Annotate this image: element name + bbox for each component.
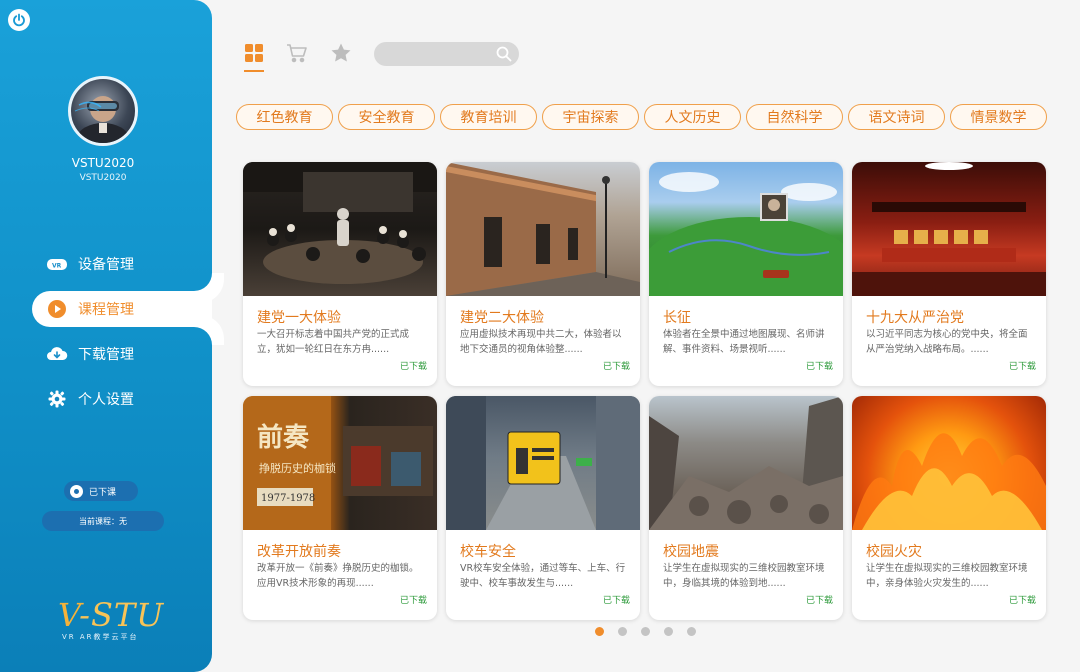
course-thumbnail — [446, 396, 640, 530]
course-title: 长征 — [663, 310, 691, 326]
course-card[interactable]: 前奏 挣脱历史的枷锁 1977-1978 改革开放前奏 改革开放一《前奏》挣脱历… — [243, 396, 437, 620]
category-tab[interactable]: 人文历史 — [644, 104, 741, 130]
page-dot[interactable] — [641, 627, 650, 636]
cart-icon[interactable] — [286, 42, 308, 64]
avatar[interactable] — [68, 76, 138, 146]
search-icon[interactable] — [496, 46, 512, 62]
course-description: 一大召开标志着中国共产党的正式成立，犹如一轮红日在东方冉...... — [257, 329, 410, 355]
course-grid: 建党一大体验 一大召开标志着中国共产党的正式成立，犹如一轮红日在东方冉.....… — [243, 162, 1047, 620]
course-thumbnail — [649, 396, 843, 530]
star-icon[interactable] — [330, 42, 352, 64]
category-tab[interactable]: 自然科学 — [746, 104, 843, 130]
sidebar-item-label: 下载管理 — [78, 347, 134, 363]
play-icon — [46, 298, 68, 320]
download-status: 已下载 — [1008, 362, 1036, 372]
class-status-badge: 已下课 — [64, 481, 138, 501]
class-status-label: 已下课 — [89, 487, 117, 498]
svg-text:1977-1978: 1977-1978 — [261, 493, 315, 504]
course-card[interactable]: 校园火灾 让学生在虚拟现实的三维校园教室环境中，亲身体验火灾发生的...... … — [852, 396, 1046, 620]
username: VSTU2020 — [71, 156, 135, 170]
download-status: 已下载 — [805, 596, 833, 606]
category-tab[interactable]: 教育培训 — [440, 104, 537, 130]
course-card[interactable]: 校园地震 让学生在虚拟现实的三维校园教室环境中，身临其境的体验到地...... … — [649, 396, 843, 620]
svg-text:VR: VR — [52, 263, 62, 270]
grid-view-icon[interactable] — [243, 42, 265, 64]
power-icon[interactable] — [8, 9, 30, 31]
active-view-indicator — [244, 70, 264, 72]
course-description: 应用虚拟技术再现中共二大，体验者以地下交通员的视角体验整...... — [460, 329, 622, 355]
download-status: 已下载 — [399, 362, 427, 372]
sidebar-item-course-management[interactable]: 课程管理 — [32, 291, 212, 327]
download-status: 已下载 — [602, 362, 630, 372]
category-tab[interactable]: 安全教育 — [338, 104, 435, 130]
sidebar-item-device-management[interactable]: VR 设备管理 — [32, 246, 212, 282]
current-course-badge: 当前课程：无 — [42, 511, 164, 531]
download-status: 已下载 — [399, 596, 427, 606]
course-description: 让学生在虚拟现实的三维校园教室环境中，身临其境的体验到地...... — [663, 563, 825, 589]
course-card[interactable]: 长征 体验者在全景中通过地图展现、名师讲解、事件资料、场景视听...... 已下… — [649, 162, 843, 386]
sidebar-item-label: 课程管理 — [78, 302, 134, 318]
brand-logo: V-STU — [58, 596, 165, 634]
sidebar-item-download-management[interactable]: 下载管理 — [32, 336, 212, 372]
page-dot[interactable] — [595, 627, 604, 636]
course-title: 校园火灾 — [866, 544, 922, 560]
brand-tagline: VR AR教学云平台 — [62, 633, 139, 641]
status-dot-icon — [70, 484, 83, 498]
sidebar: VSTU2020 VSTU2020 VR 设备管理 课程管理 下载管理 个人设置 — [0, 0, 212, 672]
course-thumbnail — [649, 162, 843, 296]
course-description: 以习近平同志为核心的党中央，将全面从严治党纳入战略布局。...... — [866, 329, 1028, 355]
course-title: 建党二大体验 — [460, 310, 544, 326]
course-card[interactable]: 建党二大体验 应用虚拟技术再现中共二大，体验者以地下交通员的视角体验整.....… — [446, 162, 640, 386]
course-description: 体验者在全景中通过地图展现、名师讲解、事件资料、场景视听...... — [663, 329, 825, 355]
course-thumbnail: 前奏 挣脱历史的枷锁 1977-1978 — [243, 396, 437, 530]
category-tab[interactable]: 宇宙探索 — [542, 104, 639, 130]
cloud-download-icon — [46, 343, 68, 365]
course-title: 建党一大体验 — [257, 310, 341, 326]
course-description: 改革开放一《前奏》挣脱历史的枷锁。应用VR技术形象的再现...... — [257, 563, 419, 589]
category-tabs: 红色教育 安全教育 教育培训 宇宙探索 人文历史 自然科学 语文诗词 情景数学 — [236, 104, 1047, 130]
course-thumbnail — [852, 162, 1046, 296]
svg-text:前奏: 前奏 — [257, 422, 310, 453]
course-thumbnail — [446, 162, 640, 296]
course-title: 十九大从严治党 — [866, 310, 964, 326]
page-dot[interactable] — [664, 627, 673, 636]
course-title: 校园地震 — [663, 544, 719, 560]
pagination — [595, 627, 696, 636]
category-tab[interactable]: 红色教育 — [236, 104, 333, 130]
user-id: VSTU2020 — [79, 173, 127, 183]
download-status: 已下载 — [602, 596, 630, 606]
course-title: 校车安全 — [460, 544, 516, 560]
vr-headset-icon: VR — [46, 253, 68, 275]
course-thumbnail — [243, 162, 437, 296]
sidebar-item-label: 个人设置 — [78, 392, 134, 408]
course-title: 改革开放前奏 — [257, 544, 341, 560]
svg-text:挣脱历史的枷锁: 挣脱历史的枷锁 — [259, 461, 336, 475]
page-dot[interactable] — [618, 627, 627, 636]
sidebar-item-label: 设备管理 — [78, 257, 134, 273]
gear-icon — [46, 388, 68, 410]
sidebar-item-personal-settings[interactable]: 个人设置 — [32, 381, 212, 417]
course-card[interactable]: 校车安全 VR校车安全体验，通过等车、上车、行驶中、校车事故发生与...... … — [446, 396, 640, 620]
course-description: VR校车安全体验，通过等车、上车、行驶中、校车事故发生与...... — [460, 563, 626, 589]
category-tab[interactable]: 情景数学 — [950, 104, 1047, 130]
page-dot[interactable] — [687, 627, 696, 636]
category-tab[interactable]: 语文诗词 — [848, 104, 945, 130]
course-thumbnail — [852, 396, 1046, 530]
download-status: 已下载 — [805, 362, 833, 372]
download-status: 已下载 — [1008, 596, 1036, 606]
course-card[interactable]: 建党一大体验 一大召开标志着中国共产党的正式成立，犹如一轮红日在东方冉.....… — [243, 162, 437, 386]
course-card[interactable]: 十九大从严治党 以习近平同志为核心的党中央，将全面从严治党纳入战略布局。....… — [852, 162, 1046, 386]
sidebar-menu: VR 设备管理 课程管理 下载管理 个人设置 — [32, 246, 212, 426]
course-description: 让学生在虚拟现实的三维校园教室环境中，亲身体验火灾发生的...... — [866, 563, 1028, 589]
